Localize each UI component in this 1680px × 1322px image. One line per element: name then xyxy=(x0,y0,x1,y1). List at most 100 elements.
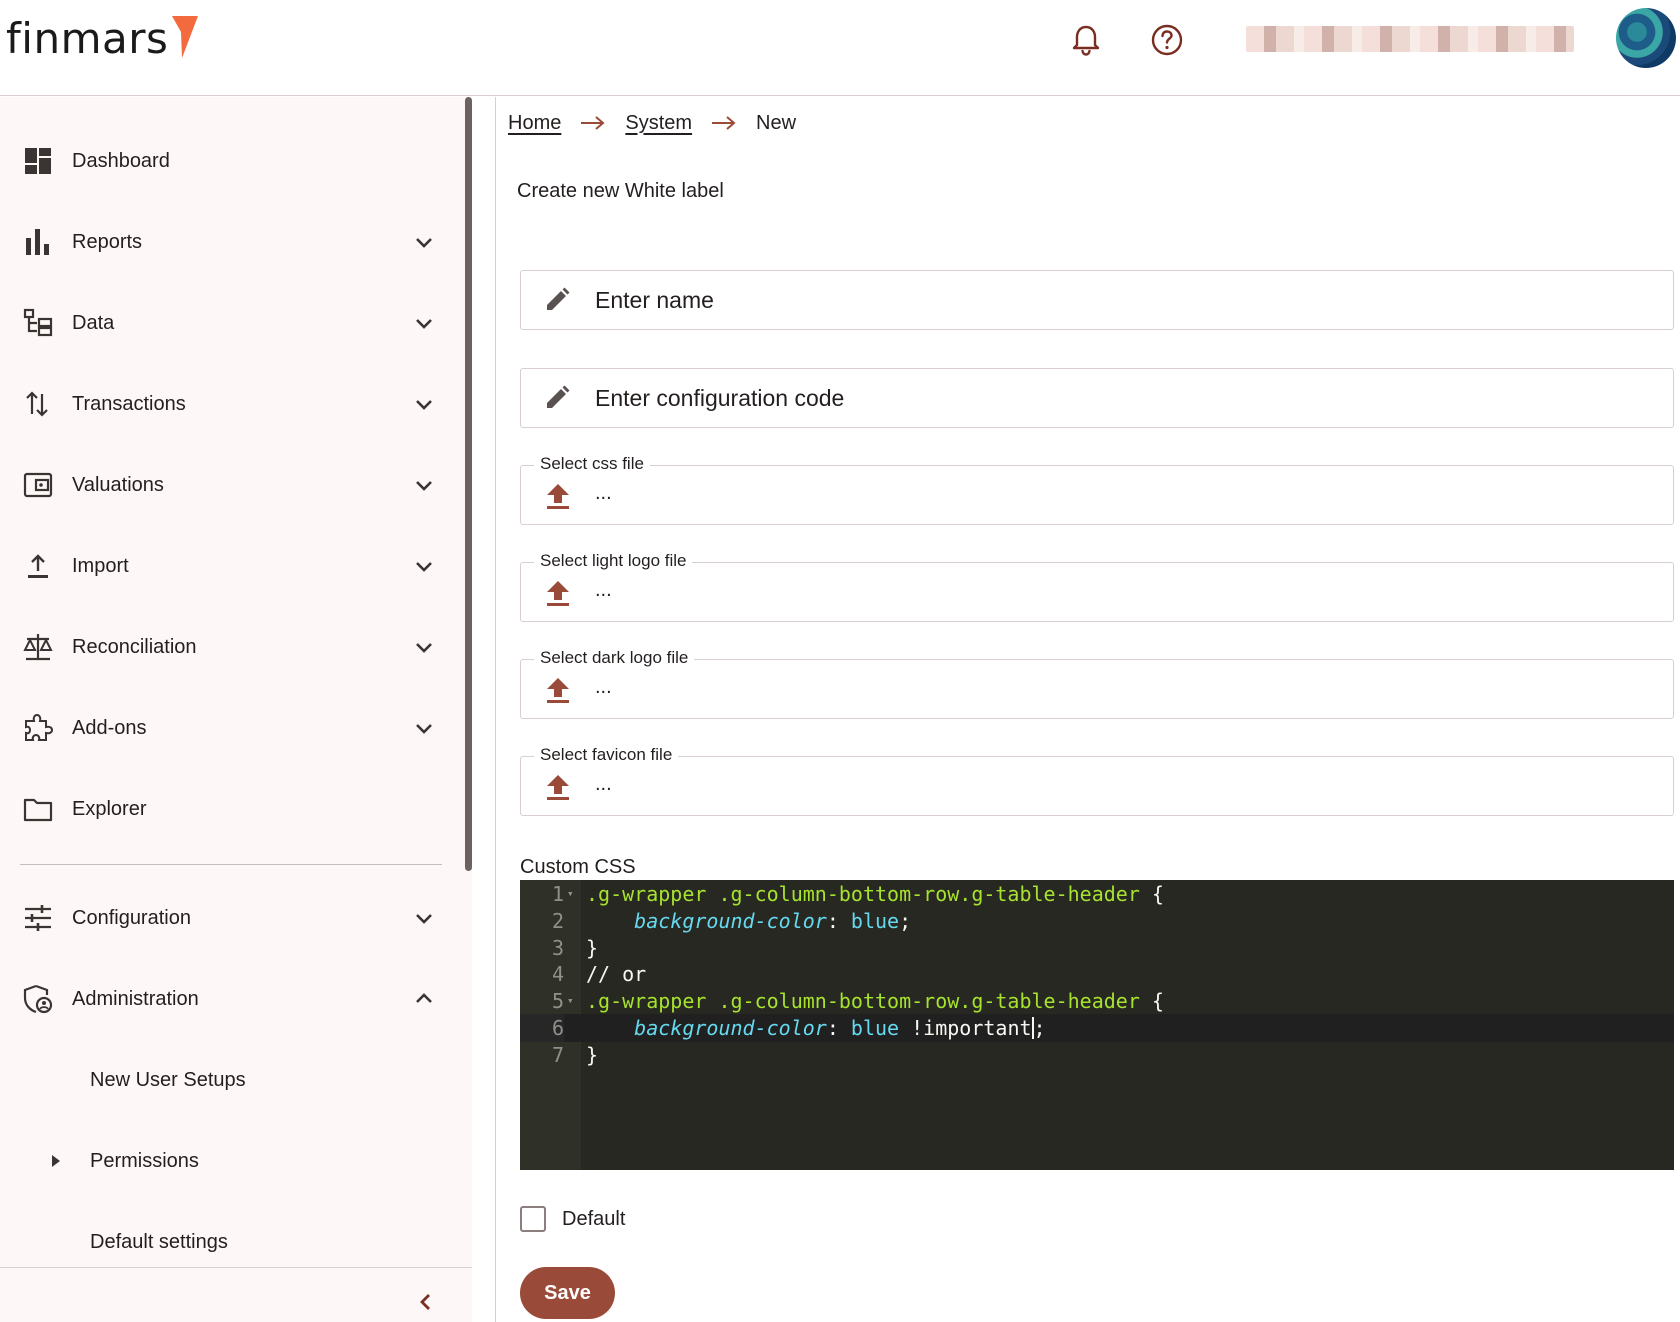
breadcrumb-home[interactable]: Home xyxy=(508,112,561,135)
code-line[interactable]: 3} xyxy=(520,934,1674,962)
favicon-file-picker[interactable]: Select favicon file ... xyxy=(520,745,1674,816)
name-input[interactable] xyxy=(595,285,1635,315)
sidebar-item-label: Import xyxy=(72,554,129,577)
code-line[interactable]: 1 ▾ .g-wrapper .g-column-bottom-row.g-tabl… xyxy=(520,880,1674,908)
dark-logo-file-value: ... xyxy=(595,676,612,698)
avatar[interactable] xyxy=(1616,8,1676,68)
code-token: .g-wrapper .g-column-bottom-row.g-table-… xyxy=(586,882,1140,906)
swap-vertical-icon xyxy=(26,391,48,417)
sidebar-item-label: Valuations xyxy=(72,473,164,496)
default-checkbox-row[interactable]: Default xyxy=(520,1205,625,1233)
code-line[interactable]: 6 background-color: blue !important; xyxy=(520,1014,1674,1042)
dashboard-icon xyxy=(25,148,51,174)
arrow-right-icon xyxy=(581,116,605,130)
line-number: 5 xyxy=(551,989,564,1014)
finmars-logo[interactable]: finmars xyxy=(6,14,200,64)
sidebar-item-transactions[interactable]: Transactions xyxy=(0,374,460,434)
fold-toggle-icon[interactable]: ▾ xyxy=(567,987,574,1015)
sidebar-item-administration[interactable]: Administration xyxy=(0,969,460,1029)
chevron-down-icon xyxy=(416,238,432,248)
code-line[interactable]: 7} xyxy=(520,1041,1674,1069)
sidebar-item-label: Configuration xyxy=(72,906,191,929)
sidebar-subitem-label: Default settings xyxy=(90,1230,228,1253)
line-number: 1 xyxy=(551,882,564,906)
configuration-code-field[interactable] xyxy=(520,368,1674,428)
sidebar-item-import[interactable]: Import xyxy=(0,536,460,596)
chevron-down-icon xyxy=(416,724,432,734)
code-text: background-color: blue !important; xyxy=(586,1014,1046,1042)
collapse-sidebar-icon[interactable] xyxy=(414,1290,438,1314)
tune-icon xyxy=(25,905,51,931)
sidebar-item-reconciliation[interactable]: Reconciliation xyxy=(0,617,460,677)
sidebar-item-valuations[interactable]: Valuations xyxy=(0,455,460,515)
sidebar-subitem-default-settings[interactable]: Default settings xyxy=(0,1214,460,1270)
line-number: 3 xyxy=(551,935,564,960)
chevron-down-icon xyxy=(416,562,432,572)
sidebar-subitem-new-user-setups[interactable]: New User Setups xyxy=(0,1052,460,1108)
code-token: ; xyxy=(1033,1016,1046,1040)
sidebar-item-data[interactable]: Data xyxy=(0,293,460,353)
code-token: // or xyxy=(586,962,647,987)
code-text: } xyxy=(586,934,598,962)
sidebar-border xyxy=(495,97,496,1322)
breadcrumb: Home System New xyxy=(508,108,796,138)
favicon-file-label: Select favicon file xyxy=(534,745,679,765)
chevron-up-icon xyxy=(416,993,432,1003)
code-line[interactable]: 2 background-color: blue; xyxy=(520,907,1674,935)
fold-toggle-icon[interactable]: ▾ xyxy=(567,880,574,908)
bell-icon[interactable] xyxy=(1068,22,1104,58)
code-token: blue xyxy=(850,908,900,933)
sidebar-item-dashboard[interactable]: Dashboard xyxy=(0,131,460,191)
configuration-code-input[interactable] xyxy=(595,383,1635,413)
chevron-down-icon xyxy=(416,319,432,329)
chevron-down-icon xyxy=(416,914,432,924)
user-name-blurred[interactable] xyxy=(1246,26,1574,52)
code-token: { xyxy=(1139,882,1164,906)
wallet-icon xyxy=(23,472,53,498)
default-checkbox[interactable] xyxy=(520,1206,546,1232)
code-token: } xyxy=(586,935,599,960)
sidebar-item-label: Administration xyxy=(72,987,199,1010)
code-token: { xyxy=(1139,989,1164,1014)
admin-shield-icon xyxy=(23,984,53,1014)
sidebar-scrollbar[interactable] xyxy=(465,97,472,871)
chevron-down-icon xyxy=(416,481,432,491)
code-token: .g-wrapper .g-column-bottom-row.g-table-… xyxy=(586,989,1140,1014)
name-field[interactable] xyxy=(520,270,1674,330)
code-line[interactable]: 5 ▾ .g-wrapper .g-column-bottom-row.g-tabl… xyxy=(520,987,1674,1015)
arrow-right-icon xyxy=(712,116,736,130)
sidebar-subitem-permissions[interactable]: Permissions xyxy=(0,1133,460,1189)
css-file-picker[interactable]: Select css file ... xyxy=(520,454,1674,525)
upload-icon xyxy=(28,554,48,578)
custom-css-editor[interactable]: 1 ▾ .g-wrapper .g-column-bottom-row.g-tabl… xyxy=(520,880,1674,1170)
breadcrumb-system[interactable]: System xyxy=(625,112,692,135)
logo-text: finmars xyxy=(6,14,169,63)
sidebar-item-add-ons[interactable]: Add-ons xyxy=(0,698,460,758)
sidebar-item-reports[interactable]: Reports xyxy=(0,212,460,272)
logo-mark-icon xyxy=(172,16,199,58)
light-logo-file-picker[interactable]: Select light logo file ... xyxy=(520,551,1674,622)
sidebar-item-explorer[interactable]: Explorer xyxy=(0,779,460,839)
code-token: } xyxy=(586,1042,599,1067)
line-number: 2 xyxy=(551,908,564,933)
code-token: : xyxy=(826,1016,851,1040)
sidebar-bottom-divider xyxy=(0,1267,472,1268)
save-button[interactable]: Save xyxy=(520,1267,615,1319)
upload-icon xyxy=(547,775,569,800)
code-text: } xyxy=(586,1041,598,1069)
code-token: background-color xyxy=(634,908,827,933)
sidebar-item-label: Reconciliation xyxy=(72,635,197,658)
page-title: Create new White label xyxy=(517,180,724,202)
dark-logo-file-picker[interactable]: Select dark logo file ... xyxy=(520,648,1674,719)
upload-icon xyxy=(547,678,569,703)
sidebar-item-label: Data xyxy=(72,311,115,334)
sidebar-item-label: Add-ons xyxy=(72,716,147,739)
code-line[interactable]: 4 // or xyxy=(520,960,1674,988)
top-header: finmars xyxy=(0,0,1680,96)
line-number: 7 xyxy=(551,1042,564,1067)
code-text: .g-wrapper .g-column-bottom-row.g-table-… xyxy=(586,880,1164,908)
help-circle-icon[interactable] xyxy=(1149,22,1185,58)
sidebar-item-configuration[interactable]: Configuration xyxy=(0,888,460,948)
code-token: !important xyxy=(899,1016,1032,1040)
